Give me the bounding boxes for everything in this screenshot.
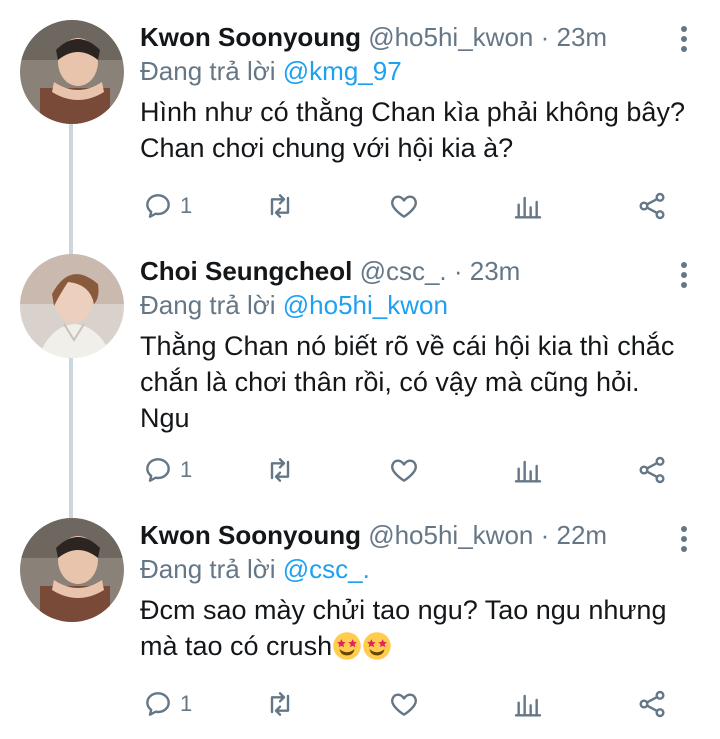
retweet-button[interactable] — [264, 188, 296, 224]
reply-button[interactable]: 1 — [142, 188, 192, 224]
separator: · — [533, 520, 557, 550]
like-button[interactable] — [388, 188, 420, 224]
share-button[interactable] — [636, 452, 668, 488]
tweet-text-line: Đcm sao mày chửi tao ngu? Tao ngu nhưng — [140, 595, 667, 625]
comment-icon — [146, 194, 170, 218]
comment-icon — [146, 692, 170, 716]
tweet-header: Kwon Soonyoung @ho5hi_kwon · 23m — [140, 20, 700, 54]
more-vertical-icon — [681, 526, 687, 532]
tweet[interactable]: Choi Seungcheol @csc_. · 23m Đang trả lờ… — [0, 240, 720, 504]
retweet-button[interactable] — [264, 686, 296, 722]
retweet-icon — [270, 692, 290, 716]
star-struck-emoji — [363, 632, 391, 660]
reply-count: 1 — [180, 193, 193, 218]
timestamp[interactable]: 23m — [556, 22, 607, 52]
tweet-text-line: Hình như có thằng Chan kìa phải không bâ… — [140, 97, 685, 127]
more-menu-button[interactable] — [676, 24, 692, 54]
tweet[interactable]: Kwon Soonyoung @ho5hi_kwon · 23m Đang tr… — [0, 0, 720, 240]
avatar[interactable] — [20, 20, 124, 124]
mention-link[interactable]: @ho5hi_kwon — [283, 290, 448, 320]
author-handle[interactable]: @ho5hi_kwon — [368, 22, 533, 52]
comment-icon — [146, 458, 170, 482]
like-button[interactable] — [388, 452, 420, 488]
separator: · — [533, 22, 557, 52]
more-menu-button[interactable] — [676, 524, 692, 554]
author-handle[interactable]: @csc_. — [360, 256, 447, 286]
avatar[interactable] — [20, 518, 124, 622]
like-button[interactable] — [388, 686, 420, 722]
author-name[interactable]: Choi Seungcheol — [140, 256, 352, 286]
action-bar: 1 — [140, 188, 680, 224]
more-vertical-icon — [681, 262, 687, 268]
heart-icon — [391, 459, 417, 482]
heart-icon — [391, 693, 417, 716]
analytics-icon — [514, 196, 542, 219]
action-bar: 1 — [140, 686, 680, 722]
tweet-text-line: Ngu — [140, 403, 190, 433]
tweet-header: Choi Seungcheol @csc_. · 23m — [140, 254, 700, 288]
replying-to: Đang trả lời @kmg_97 — [140, 54, 700, 88]
share-button[interactable] — [636, 188, 668, 224]
retweet-icon — [270, 458, 290, 482]
analytics-button[interactable] — [512, 452, 544, 488]
analytics-icon — [514, 694, 542, 717]
share-icon — [639, 690, 665, 718]
mention-link[interactable]: @kmg_97 — [283, 56, 402, 86]
star-struck-emoji — [333, 632, 361, 660]
more-menu-button[interactable] — [676, 260, 692, 290]
author-name[interactable]: Kwon Soonyoung — [140, 520, 361, 550]
retweet-icon — [270, 194, 290, 218]
tweet-text: Thằng Chan nó biết rõ về cái hội kia thì… — [140, 328, 700, 436]
replying-to: Đang trả lời @ho5hi_kwon — [140, 288, 700, 322]
tweet-text: Đcm sao mày chửi tao ngu? Tao ngu nhưng … — [140, 592, 700, 664]
heart-icon — [391, 195, 417, 218]
share-icon — [639, 456, 665, 484]
analytics-button[interactable] — [512, 686, 544, 722]
replying-prefix: Đang trả lời — [140, 554, 283, 584]
separator: · — [446, 256, 470, 286]
share-button[interactable] — [636, 686, 668, 722]
timestamp[interactable]: 22m — [556, 520, 607, 550]
author-handle[interactable]: @ho5hi_kwon — [368, 520, 533, 550]
tweet[interactable]: Kwon Soonyoung @ho5hi_kwon · 22m Đang tr… — [0, 504, 720, 739]
reply-button[interactable]: 1 — [142, 686, 192, 722]
reply-button[interactable]: 1 — [142, 452, 192, 488]
tweet-header: Kwon Soonyoung @ho5hi_kwon · 22m — [140, 518, 700, 552]
timestamp[interactable]: 23m — [470, 256, 521, 286]
reply-count: 1 — [180, 457, 193, 482]
author-name[interactable]: Kwon Soonyoung — [140, 22, 361, 52]
tweet-text-line: mà tao có crush — [140, 631, 333, 661]
tweet-text-line-with-emoji: mà tao có crush — [140, 628, 700, 664]
analytics-icon — [514, 460, 542, 483]
mention-link[interactable]: @csc_. — [283, 554, 370, 584]
replying-to: Đang trả lời @csc_. — [140, 552, 700, 586]
tweet-text-line: Chan chơi chung với hội kia à? — [140, 133, 514, 163]
share-icon — [639, 192, 665, 220]
avatar[interactable] — [20, 254, 124, 358]
more-vertical-icon — [681, 26, 687, 32]
tweet-text-line: Thằng Chan nó biết rõ về cái hội kia thì… — [140, 331, 675, 361]
tweet-text-line: chắn là chơi thân rồi, có vậy mà cũng hỏ… — [140, 367, 640, 397]
replying-prefix: Đang trả lời — [140, 56, 283, 86]
replying-prefix: Đang trả lời — [140, 290, 283, 320]
analytics-button[interactable] — [512, 188, 544, 224]
retweet-button[interactable] — [264, 452, 296, 488]
action-bar: 1 — [140, 452, 680, 488]
reply-count: 1 — [180, 691, 193, 716]
tweet-text: Hình như có thằng Chan kìa phải không bâ… — [140, 94, 700, 166]
